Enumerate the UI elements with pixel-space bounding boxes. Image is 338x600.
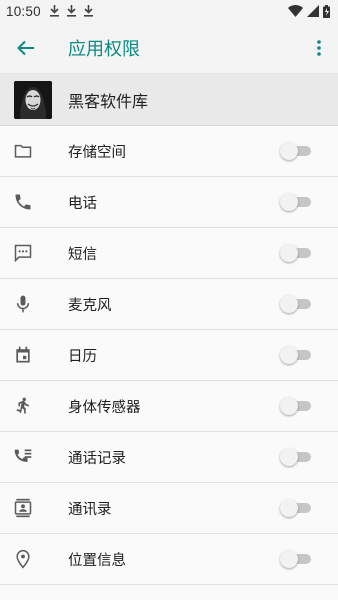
phone-icon — [11, 190, 35, 214]
permission-item-calendar[interactable]: 日历 — [0, 330, 338, 381]
microphone-icon — [11, 292, 35, 316]
body-sensor-icon — [11, 394, 35, 418]
permission-toggle-body-sensors[interactable] — [280, 397, 312, 415]
permission-label: 通讯录 — [68, 501, 112, 518]
call-log-icon — [11, 445, 35, 469]
permission-item-storage[interactable]: 存储空间 — [0, 126, 338, 177]
download-notifications — [49, 5, 94, 17]
status-time: 10:50 — [6, 3, 41, 19]
permission-item-call-log[interactable]: 通话记录 — [0, 432, 338, 483]
more-vert-icon — [317, 39, 321, 56]
permission-label: 身体传感器 — [68, 399, 141, 416]
permission-toggle-contacts[interactable] — [280, 499, 312, 517]
permission-item-microphone[interactable]: 麦克风 — [0, 279, 338, 330]
permission-label: 短信 — [68, 246, 97, 263]
folder-icon — [11, 139, 35, 163]
permission-toggle-location[interactable] — [280, 550, 312, 568]
permission-label: 位置信息 — [68, 552, 126, 569]
signal-icon — [307, 5, 319, 17]
permission-toggle-phone[interactable] — [280, 193, 312, 211]
permission-item-location[interactable]: 位置信息 — [0, 534, 338, 585]
location-icon — [11, 547, 35, 571]
permission-item-phone[interactable]: 电话 — [0, 177, 338, 228]
battery-icon — [323, 4, 330, 18]
permission-label: 电话 — [68, 195, 97, 212]
permission-list: 存储空间 电话 短信 麦克风 日历 身体传感器 通话记录 通讯录 位置信息 — [0, 126, 338, 585]
permission-label: 日历 — [68, 348, 97, 365]
app-bar: 应用权限 — [0, 22, 338, 74]
back-button[interactable] — [14, 36, 38, 60]
permission-item-sms[interactable]: 短信 — [0, 228, 338, 279]
status-bar: 10:50 — [0, 0, 338, 22]
download-icon — [49, 5, 59, 17]
download-icon — [66, 5, 76, 17]
status-icons — [288, 4, 330, 18]
permission-item-body-sensors[interactable]: 身体传感器 — [0, 381, 338, 432]
permission-toggle-storage[interactable] — [280, 142, 312, 160]
permission-toggle-calendar[interactable] — [280, 346, 312, 364]
permission-toggle-microphone[interactable] — [280, 295, 312, 313]
permission-item-contacts[interactable]: 通讯录 — [0, 483, 338, 534]
permission-label: 麦克风 — [68, 297, 112, 314]
app-name: 黑客软件库 — [68, 91, 149, 111]
overflow-menu-button[interactable] — [314, 36, 324, 60]
sms-icon — [11, 241, 35, 265]
permission-label: 通话记录 — [68, 450, 126, 467]
permission-toggle-call-log[interactable] — [280, 448, 312, 466]
contacts-icon — [11, 496, 35, 520]
permission-label: 存储空间 — [68, 144, 126, 161]
app-icon — [14, 80, 52, 119]
wifi-icon — [288, 5, 303, 17]
permission-toggle-sms[interactable] — [280, 244, 312, 262]
calendar-icon — [11, 343, 35, 367]
arrow-back-icon — [17, 40, 34, 55]
download-icon — [83, 5, 93, 17]
app-header-row: 黑客软件库 — [0, 74, 338, 126]
page-title: 应用权限 — [68, 38, 140, 60]
